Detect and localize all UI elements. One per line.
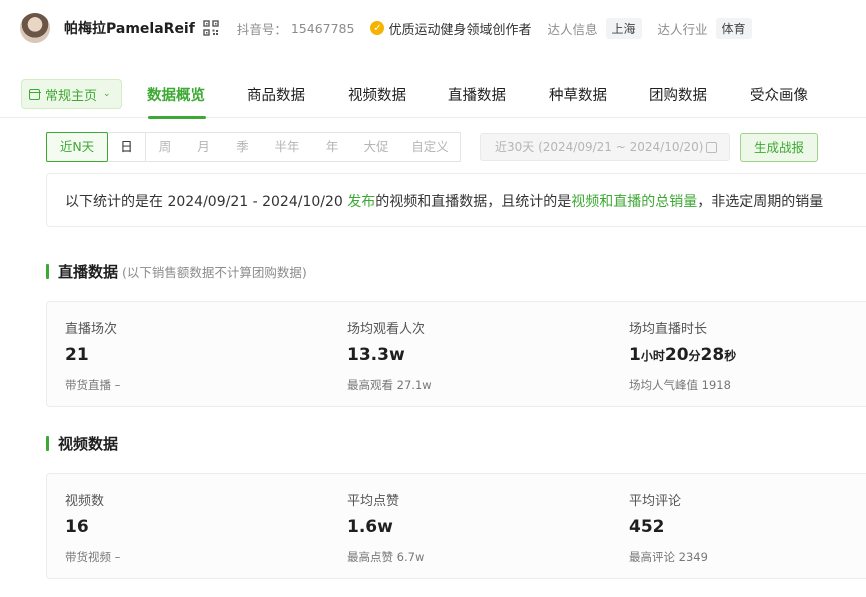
avg-peak-popularity: 场均人气峰值 1918 <box>629 378 731 392</box>
statistics-notice: 以下统计的是在 2024/09/21 - 2024/10/20 发布的视频和直播… <box>46 173 866 227</box>
max-comments: 最高评论 2349 <box>629 550 708 564</box>
tab-overview[interactable]: 数据概览 <box>147 84 205 105</box>
duration-minutes-unit: 分 <box>688 349 701 363</box>
avg-duration-label: 场均直播时长 <box>629 322 708 337</box>
avg-comments-value: 452 <box>629 517 665 537</box>
period-half-year[interactable]: 半年 <box>262 132 312 162</box>
main-nav: 常规主页 ⌄ 数据概览 商品数据 视频数据 直播数据 种草数据 团购数据 受众画… <box>0 62 866 119</box>
date-range-picker[interactable]: 近30天 (2024/09/21 ~ 2024/10/20) <box>480 133 730 161</box>
live-count-value: 21 <box>65 345 89 365</box>
date-range-text: 近30天 (2024/09/21 ~ 2024/10/20) <box>495 140 704 154</box>
tab-products[interactable]: 商品数据 <box>247 84 305 105</box>
avg-viewers-value: 13.3w <box>347 345 405 365</box>
avg-comments-label: 平均评论 <box>629 494 682 509</box>
notice-text-1: 以下统计的是在 2024/09/21 - 2024/10/20 <box>65 194 348 210</box>
period-year[interactable]: 年 <box>312 132 352 162</box>
qr-code-icon[interactable] <box>203 20 219 36</box>
creator-name: 帕梅拉PamelaReif <box>64 21 195 37</box>
period-month[interactable]: 月 <box>184 132 223 162</box>
period-promotion[interactable]: 大促 <box>352 132 400 162</box>
creator-badge: 优质运动健身领域创作者 <box>388 22 532 38</box>
period-filter: 近N天 日 周 月 季 半年 年 大促 自定义 <box>46 131 461 162</box>
duration-minutes: 20 <box>664 345 689 365</box>
chevron-down-icon: ⌄ <box>103 89 111 99</box>
tab-videos[interactable]: 视频数据 <box>348 84 406 105</box>
industry-tag: 体育 <box>715 17 752 39</box>
notice-highlight-total-sales: 视频和直播的总销量 <box>571 194 698 210</box>
video-section-title: 视频数据 <box>46 433 118 454</box>
section-marker <box>46 264 49 279</box>
region-tag: 上海 <box>605 17 642 39</box>
avg-duration-value: 1小时20分28秒 <box>629 345 736 365</box>
tab-seeding[interactable]: 种草数据 <box>549 84 607 105</box>
duration-seconds-unit: 秒 <box>724 349 737 363</box>
avg-likes-value: 1.6w <box>347 517 393 537</box>
creator-header: 帕梅拉PamelaReif 抖音号： 15467785 ✓ 优质运动健身领域创作… <box>0 0 866 56</box>
home-dropdown-label: 常规主页 <box>45 88 98 104</box>
video-count-label: 视频数 <box>65 494 105 509</box>
selling-video-count: 带货视频 – <box>65 550 121 564</box>
period-quarter[interactable]: 季 <box>223 132 262 162</box>
avatar[interactable] <box>20 13 50 43</box>
max-viewers: 最高观看 27.1w <box>347 378 432 392</box>
avg-viewers-label: 场均观看人次 <box>347 322 426 337</box>
calendar-icon <box>706 142 717 153</box>
live-selling-count: 带货直播 – <box>65 378 121 392</box>
video-count-value: 16 <box>65 517 89 537</box>
live-section-heading: 直播数据 <box>58 263 119 281</box>
douyin-id-label: 抖音号： <box>236 21 287 37</box>
active-tab-indicator <box>148 116 206 119</box>
period-week[interactable]: 周 <box>146 132 184 162</box>
duration-hours: 1 <box>629 345 641 365</box>
video-section-heading: 视频数据 <box>58 435 119 453</box>
live-section-title: 直播数据 (以下销售额数据不计算团购数据) <box>46 261 307 282</box>
calendar-icon <box>28 88 41 100</box>
period-day[interactable]: 日 <box>108 132 146 162</box>
live-count-label: 直播场次 <box>65 322 118 337</box>
period-segmented-control: 近N天 日 周 月 季 半年 年 大促 自定义 <box>46 131 461 162</box>
notice-text-2: 的视频和直播数据，且统计的是 <box>375 194 572 210</box>
duration-hours-unit: 小时 <box>640 349 665 363</box>
check-badge-icon: ✓ <box>370 21 385 35</box>
notice-text-3: ，非选定周期的销量 <box>697 194 824 210</box>
period-last-n-days[interactable]: 近N天 <box>46 131 108 162</box>
tab-live[interactable]: 直播数据 <box>448 84 506 105</box>
max-likes: 最高点赞 6.7w <box>347 550 425 564</box>
notice-highlight-publish: 发布 <box>347 194 376 210</box>
douyin-id: 15467785 <box>290 20 355 36</box>
live-stats-card: 直播场次 21 带货直播 – 场均观看人次 13.3w 最高观看 27.1w 场… <box>46 301 866 407</box>
home-dropdown[interactable]: 常规主页 ⌄ <box>21 79 122 109</box>
live-section-note: (以下销售额数据不计算团购数据) <box>122 265 307 280</box>
video-stats-card: 视频数 16 带货视频 – 平均点赞 1.6w 最高点赞 6.7w 平均评论 4… <box>46 473 866 579</box>
avg-likes-label: 平均点赞 <box>347 494 400 509</box>
industry-label: 达人行业 <box>657 21 708 37</box>
period-custom[interactable]: 自定义 <box>400 132 460 162</box>
region-label: 达人信息 <box>547 21 598 37</box>
section-marker <box>46 436 49 451</box>
generate-report-button[interactable]: 生成战报 <box>740 133 818 162</box>
tab-group-buy[interactable]: 团购数据 <box>649 84 707 105</box>
tab-audience[interactable]: 受众画像 <box>750 84 808 105</box>
duration-seconds: 28 <box>700 345 725 365</box>
